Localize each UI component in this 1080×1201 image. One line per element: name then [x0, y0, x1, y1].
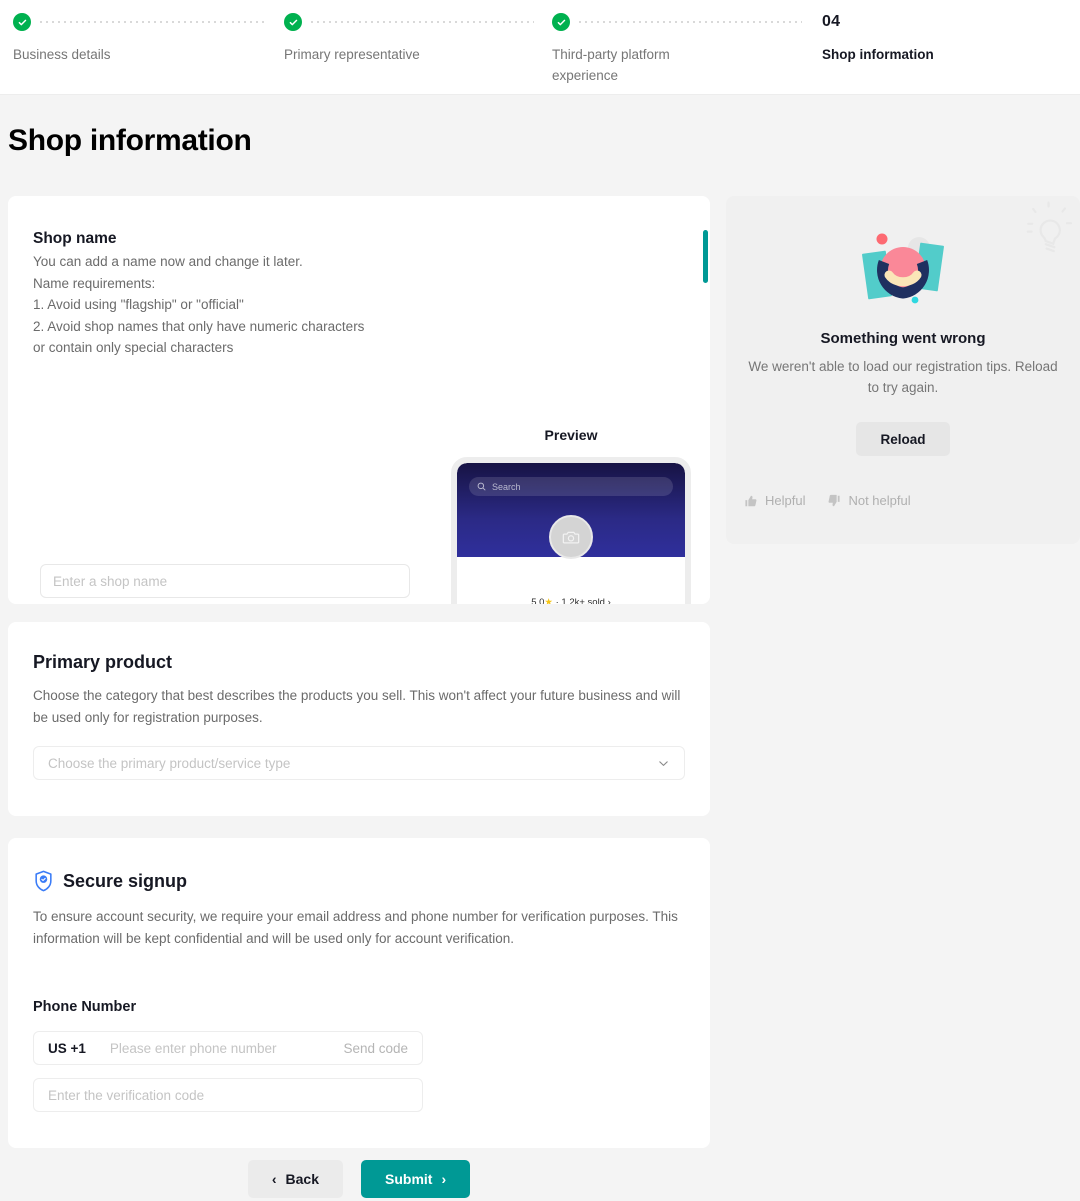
primary-product-card: Primary product Choose the category that…: [8, 622, 710, 816]
camera-icon: [562, 531, 580, 544]
preview-title: Preview: [544, 427, 598, 443]
primary-product-description: Choose the category that best describes …: [33, 688, 681, 725]
helpful-button[interactable]: Helpful: [744, 493, 805, 508]
phone-search-placeholder: Search: [492, 481, 521, 492]
primary-product-select-placeholder: Choose the primary product/service type: [48, 755, 291, 771]
submit-button-label: Submit: [385, 1171, 433, 1187]
back-button-label: Back: [285, 1171, 319, 1187]
phone-sold: · 1.2k+ sold: [555, 597, 605, 604]
shop-preview: Preview Search 5.0★ · 1.2k+ sold ›: [451, 427, 691, 604]
not-helpful-button[interactable]: Not helpful: [827, 493, 911, 508]
secure-signup-card: Secure signup To ensure account security…: [8, 838, 710, 1148]
registration-tips-panel: Something went wrong We weren't able to …: [726, 196, 1080, 544]
thumbs-down-icon: [829, 494, 841, 506]
primary-product-heading: Primary product: [33, 652, 173, 672]
step-connector: [40, 21, 266, 23]
tips-feedback-bar: Helpful Not helpful: [744, 493, 911, 508]
phone-rating: 5.0: [531, 597, 545, 604]
chevron-left-icon: ‹: [271, 1171, 277, 1187]
phone-number-label: Phone Number: [33, 999, 137, 1015]
preview-scrollbar[interactable]: [703, 230, 708, 283]
check-icon: [284, 13, 302, 31]
shop-logo-placeholder-avatar: [549, 515, 593, 559]
reload-button[interactable]: Reload: [856, 422, 950, 456]
step-shop-information[interactable]: 04 Shop information: [808, 11, 1028, 86]
phone-mockup: Search 5.0★ · 1.2k+ sold ›: [451, 457, 691, 604]
shop-name-section: Shop name You can add a name now and cha…: [33, 230, 413, 359]
send-code-button[interactable]: Send code: [343, 1041, 408, 1056]
step-number: 04: [822, 13, 841, 30]
step-third-party-platform-experience[interactable]: Third-party platform experience: [540, 11, 808, 86]
error-illustration: [857, 230, 949, 312]
chevron-right-icon: ›: [441, 1171, 447, 1187]
secure-signup-heading: Secure signup: [63, 870, 188, 891]
phone-search-bar[interactable]: Search: [469, 477, 673, 496]
shop-information-page: Business details Primary representative: [0, 0, 1080, 1201]
step-business-details[interactable]: Business details: [0, 11, 272, 86]
verification-code-placeholder: Enter the verification code: [48, 1087, 205, 1103]
step-primary-representative[interactable]: Primary representative: [272, 11, 540, 86]
thumbs-up-icon: [745, 495, 757, 506]
submit-button[interactable]: Submit ›: [361, 1160, 471, 1198]
search-icon: [477, 482, 486, 491]
star-icon: ★: [544, 597, 553, 604]
phone-number-placeholder: Please enter phone number: [109, 1040, 277, 1056]
form-footer: ‹ Back Submit ›: [8, 1160, 710, 1198]
chevron-down-icon: [659, 760, 668, 766]
back-button[interactable]: ‹ Back: [247, 1160, 343, 1198]
step-label: Primary representative: [284, 47, 420, 62]
phone-number-field[interactable]: US +1 Please enter phone number Send cod…: [33, 1031, 423, 1065]
helpful-label: Helpful: [765, 493, 806, 508]
shop-name-card: Shop name You can add a name now and cha…: [8, 196, 710, 604]
shop-name-help-line-2: Name requirements:: [33, 275, 156, 291]
shop-name-input-placeholder: Enter a shop name: [53, 573, 168, 589]
chevron-right-icon: ›: [607, 597, 611, 604]
country-code-selector[interactable]: US +1: [48, 1041, 86, 1056]
step-label: Business details: [13, 47, 111, 62]
phone-shop-stats: 5.0★ · 1.2k+ sold ›: [457, 597, 685, 604]
page-title: Shop information: [8, 124, 252, 157]
tips-error-heading: Something went wrong: [820, 330, 986, 347]
shop-name-input[interactable]: Enter a shop name: [40, 564, 410, 598]
tips-error-message: We weren't able to load our registration…: [748, 359, 1058, 395]
check-icon: [13, 13, 31, 31]
shield-icon: [35, 870, 52, 892]
shop-name-help-line-3: 1. Avoid using "flagship" or "official": [33, 297, 244, 312]
not-helpful-label: Not helpful: [848, 493, 911, 508]
step-connector: [579, 21, 802, 23]
progress-stepper: Business details Primary representative: [0, 0, 1080, 95]
secure-signup-description: To ensure account security, we require y…: [33, 909, 678, 946]
check-icon: [552, 13, 570, 31]
step-label: Third-party platform experience: [552, 47, 670, 83]
shop-name-help-line-4: 2. Avoid shop names that only have numer…: [33, 318, 365, 334]
step-connector: [311, 21, 534, 23]
verification-code-field[interactable]: Enter the verification code: [33, 1078, 423, 1112]
shop-name-heading: Shop name: [33, 230, 117, 247]
primary-product-select[interactable]: Choose the primary product/service type: [33, 746, 685, 780]
shop-name-help-line-1: You can add a name now and change it lat…: [33, 254, 303, 269]
step-label: Shop information: [822, 47, 934, 62]
shop-name-help-line-5: or contain only special characters: [33, 340, 234, 355]
